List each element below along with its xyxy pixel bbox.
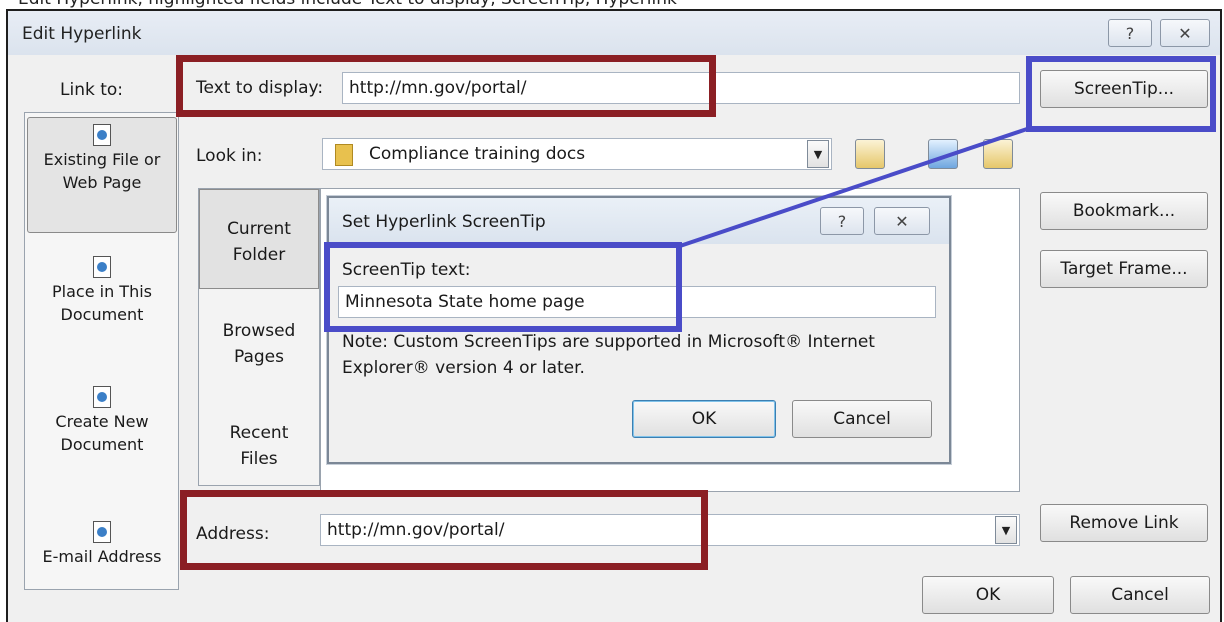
connector-line <box>679 126 1031 248</box>
highlight-connector <box>679 126 1031 248</box>
